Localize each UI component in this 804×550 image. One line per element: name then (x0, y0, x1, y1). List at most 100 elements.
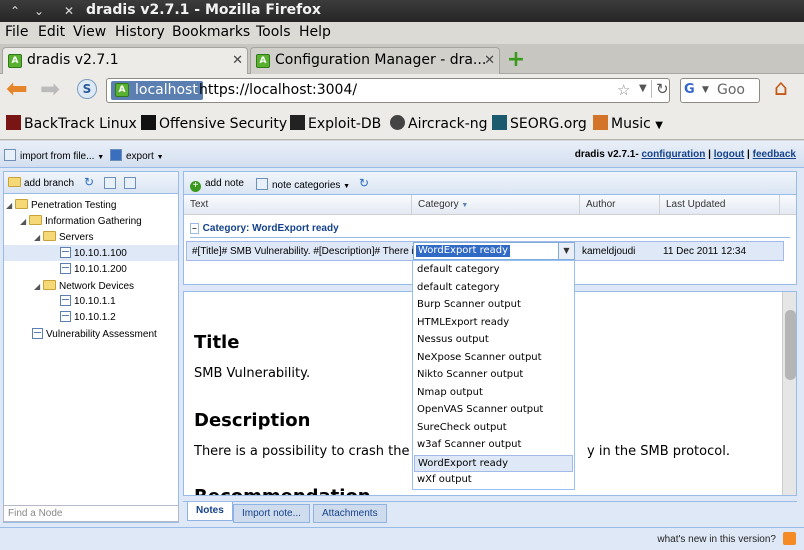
google-icon[interactable]: G (684, 82, 700, 98)
cell-text[interactable]: #[Title]# SMB Vulnerability. #[Descripti… (192, 246, 414, 257)
export-menu-button[interactable]: export ▼ (110, 149, 164, 162)
menu-edit[interactable]: Edit (38, 24, 65, 40)
url-history-dropdown-icon[interactable]: ▼ (639, 83, 647, 94)
window-title: dradis v2.7.1 - Mozilla Firefox (86, 2, 321, 18)
whats-new-link[interactable]: what's new in this version? (657, 534, 776, 545)
list-item[interactable]: OpenVAS Scanner output (414, 402, 573, 419)
bookmarks-toolbar: BackTrack Linux Offensive Security Explo… (0, 108, 804, 140)
list-item[interactable]: NeXpose Scanner output (414, 350, 573, 367)
navigation-toolbar: ⬅ ➡ S Alocalhost https://localhost:3004/… (0, 74, 804, 108)
list-item[interactable]: Nessus output (414, 332, 573, 349)
tree-node-10-10-1-1[interactable]: 10.10.1.1 (60, 295, 116, 307)
site-identity-host[interactable]: Alocalhost (111, 81, 203, 100)
tree-node-vulnerability-assessment[interactable]: Vulnerability Assessment (32, 328, 157, 340)
vertical-scrollbar[interactable] (782, 292, 796, 495)
menu-bookmarks[interactable]: Bookmarks (172, 24, 250, 40)
list-item[interactable]: wXf output (414, 472, 573, 489)
bookmark-offensive-security[interactable]: Offensive Security (141, 115, 287, 132)
url-bar[interactable]: Alocalhost https://localhost:3004/ ☆ ▼ ↻ (106, 78, 670, 103)
expand-toggle-icon[interactable]: ◢ (20, 217, 29, 226)
list-item-selected[interactable]: WordExport ready (414, 454, 573, 472)
expand-toggle-icon[interactable]: ◢ (6, 201, 15, 210)
rss-feed-icon[interactable] (783, 532, 796, 545)
list-item[interactable]: Nmap output (414, 385, 573, 402)
combo-dropdown-icon[interactable]: ▼ (558, 243, 574, 259)
list-item[interactable]: Nikto Scanner output (414, 367, 573, 384)
category-combo-editor[interactable]: WordExport ready ▼ (413, 242, 575, 260)
configuration-link[interactable]: configuration (641, 149, 705, 160)
tab-dradis[interactable]: A dradis v2.7.1 ✕ (2, 47, 248, 75)
collapse-all-icon[interactable] (124, 177, 140, 190)
add-note-label: add note (205, 178, 244, 189)
search-input[interactable]: Goo (717, 82, 745, 98)
tab-notes[interactable]: Notes (187, 502, 233, 521)
bookmark-music-folder[interactable]: Music ▼ (593, 115, 663, 132)
tab-import-note[interactable]: Import note... (233, 504, 310, 523)
folder-icon (593, 115, 608, 130)
menu-tools[interactable]: Tools (256, 24, 291, 40)
collapse-group-icon[interactable]: − (190, 223, 199, 234)
search-engine-dropdown-icon[interactable]: ▼ (702, 85, 709, 95)
search-box[interactable]: G ▼ Goo (680, 78, 760, 103)
feedback-link[interactable]: feedback (753, 149, 796, 160)
chevron-down-icon: ▼ (97, 154, 105, 161)
bookmark-star-icon[interactable]: ☆ (617, 81, 630, 99)
bookmark-exploit-db[interactable]: Exploit-DB (290, 115, 381, 132)
close-icon[interactable]: ✕ (60, 3, 78, 19)
list-item[interactable]: default category (414, 262, 573, 279)
sort-indicator-icon: ▼ (461, 202, 469, 209)
expand-toggle-icon[interactable]: ◢ (34, 282, 43, 291)
site-identity-icon[interactable]: S (77, 79, 97, 99)
list-item[interactable]: SureCheck output (414, 420, 573, 437)
bookmark-label: SEORG.org (510, 116, 587, 132)
tree-node-10-10-1-100[interactable]: 10.10.1.100 (4, 245, 178, 261)
list-item[interactable]: HTMLExport ready (414, 315, 573, 332)
expand-all-icon[interactable] (104, 177, 120, 190)
tab-close-icon[interactable]: ✕ (232, 53, 243, 68)
bookmark-seorg[interactable]: SEORG.org (492, 115, 587, 132)
tab-attachments[interactable]: Attachments (313, 504, 387, 523)
add-note-button[interactable]: + add note (190, 178, 244, 192)
list-item[interactable]: default category (414, 280, 573, 297)
tree-node-10-10-1-2[interactable]: 10.10.1.2 (60, 311, 116, 323)
list-item[interactable]: w3af Scanner output (414, 437, 573, 454)
import-menu-button[interactable]: import from file... ▼ (4, 149, 104, 162)
bookmark-backtrack[interactable]: BackTrack Linux (6, 115, 137, 132)
menu-file[interactable]: File (5, 24, 28, 40)
menu-view[interactable]: View (73, 24, 106, 40)
menu-help[interactable]: Help (299, 24, 331, 40)
dradis-favicon-icon: A (115, 83, 129, 97)
tree-node-10-10-1-200[interactable]: 10.10.1.200 (60, 263, 127, 275)
reload-icon[interactable]: ↻ (651, 80, 669, 98)
refresh-icon[interactable]: ↻ (359, 176, 369, 190)
refresh-icon[interactable]: ↻ (84, 175, 94, 189)
tab-configuration-manager[interactable]: A Configuration Manager - dra... ✕ (250, 47, 500, 74)
scrollbar-thumb[interactable] (785, 310, 796, 380)
tree-node-servers[interactable]: ◢ Servers (34, 231, 93, 243)
add-branch-button[interactable]: add branch (8, 177, 74, 189)
find-node-input[interactable]: Find a Node (3, 505, 179, 522)
expand-toggle-icon[interactable]: ◢ (34, 233, 43, 242)
chevron-up-icon[interactable]: ⌃ (6, 3, 24, 19)
column-header-author[interactable]: Author (580, 195, 660, 215)
column-header-category[interactable]: Category ▼ (412, 195, 580, 215)
category-combo-value[interactable]: WordExport ready (416, 245, 511, 257)
column-header-last-updated[interactable]: Last Updated (660, 195, 780, 215)
forward-arrow-icon[interactable]: ➡ (40, 77, 66, 103)
back-arrow-icon[interactable]: ⬅ (6, 76, 32, 103)
chevron-down-icon[interactable]: ⌄ (30, 3, 48, 19)
note-categories-menu[interactable]: note categories ▼ (256, 178, 350, 191)
logout-link[interactable]: logout (714, 149, 745, 160)
list-item[interactable]: Burp Scanner output (414, 297, 573, 314)
url-text[interactable]: https://localhost:3004/ (199, 82, 357, 98)
tree-node-penetration-testing[interactable]: ◢ Penetration Testing (6, 199, 116, 211)
tree-node-information-gathering[interactable]: ◢ Information Gathering (20, 215, 142, 227)
menu-history[interactable]: History (115, 24, 165, 40)
column-header-text[interactable]: Text (184, 195, 412, 215)
tab-close-icon[interactable]: ✕ (484, 53, 495, 68)
grid-group-header[interactable]: − Category: WordExport ready (190, 223, 339, 234)
new-tab-plus-icon[interactable]: + (505, 49, 527, 72)
tree-node-network-devices[interactable]: ◢ Network Devices (34, 280, 134, 292)
bookmark-aircrack[interactable]: Aircrack-ng (390, 115, 488, 132)
home-icon[interactable]: ⌂ (768, 78, 794, 102)
